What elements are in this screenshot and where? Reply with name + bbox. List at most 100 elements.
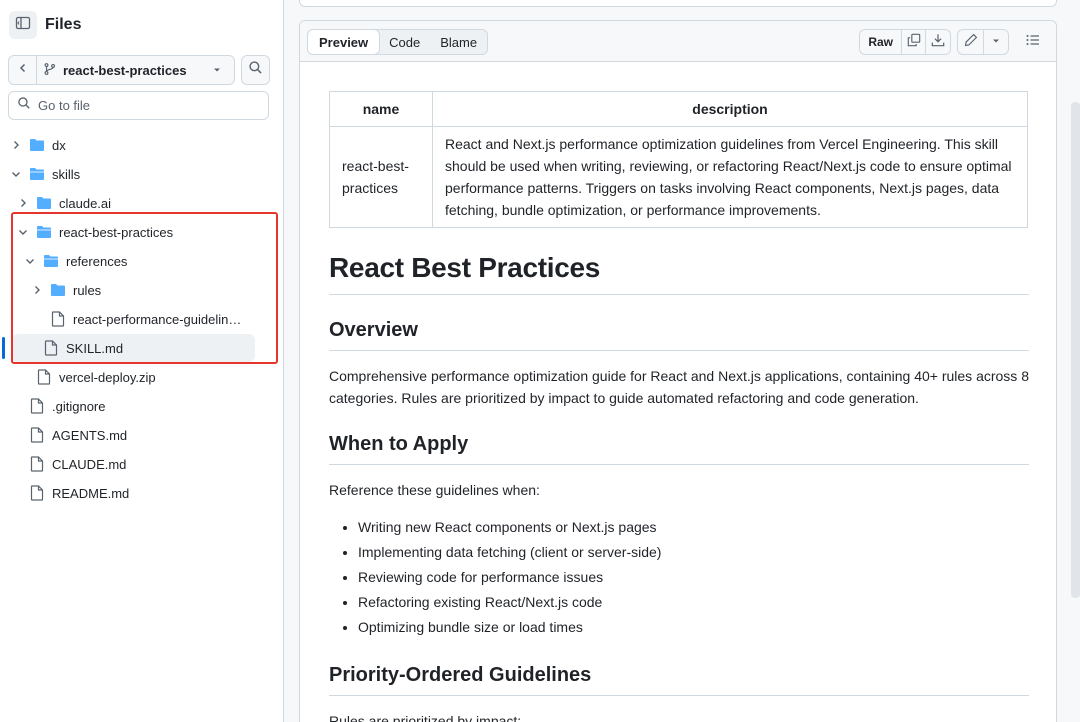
file-icon <box>43 340 59 356</box>
branch-row: react-best-practices <box>8 55 270 85</box>
list-unordered-icon <box>1025 32 1041 53</box>
search-files-button[interactable] <box>241 55 270 85</box>
file-tree-sidebar: Files react-best-practices Go to file dx… <box>0 0 284 722</box>
file-icon <box>29 485 45 501</box>
tab-blame[interactable]: Blame <box>430 30 487 54</box>
file-viewer: Preview Code Blame Raw name description … <box>299 20 1057 722</box>
table-header-row: name description <box>329 91 1028 127</box>
file-actions: Raw <box>859 29 1009 55</box>
markdown-body: name description react-best-practices Re… <box>329 91 1029 722</box>
search-icon <box>17 96 31 115</box>
when-list: Writing new React components or Next.js … <box>329 515 1029 640</box>
folder-icon <box>29 137 45 153</box>
tree-item-label: rules <box>73 282 102 298</box>
chevron-down-icon[interactable] <box>17 226 29 238</box>
chevron-right-icon[interactable] <box>10 139 22 151</box>
tree-item-react-performance-guidelines[interactable]: react-performance-guidelin… <box>0 305 250 333</box>
tree-item-agents-md[interactable]: AGENTS.md <box>0 421 284 449</box>
go-to-file-field[interactable] <box>8 91 269 120</box>
pencil-icon <box>964 33 978 52</box>
tab-preview[interactable]: Preview <box>307 29 381 55</box>
tree-item-label: references <box>66 253 128 269</box>
sidebar-header: Files <box>9 10 81 40</box>
tree-item-label: react-performance-guidelin… <box>73 311 242 327</box>
list-item: Implementing data fetching (client or se… <box>358 540 1029 565</box>
tree-item-label: SKILL.md <box>66 340 124 356</box>
tree-item-skill-md[interactable]: SKILL.md <box>12 334 255 362</box>
view-mode-tabs: Preview Code Blame <box>307 29 489 55</box>
heading-when-to-apply: When to Apply <box>329 433 1029 465</box>
tree-item-vercel-deploy-zip[interactable]: vercel-deploy.zip <box>0 363 284 391</box>
overview-paragraph: Comprehensive performance optimization g… <box>329 368 1029 406</box>
collapse-sidebar-button[interactable] <box>9 11 37 39</box>
heading-priority-guidelines: Priority-Ordered Guidelines <box>329 664 1029 696</box>
tree-item-dx[interactable]: dx <box>0 131 284 159</box>
caret-down-icon <box>212 65 222 75</box>
download-button[interactable] <box>926 30 950 54</box>
branch-selector[interactable]: react-best-practices <box>8 55 235 85</box>
download-icon <box>931 33 945 52</box>
file-viewer-header: Preview Code Blame Raw <box>300 21 1056 62</box>
folder-open-icon <box>29 166 45 182</box>
table-cell-description: React and Next.js performance optimizati… <box>432 126 1028 228</box>
page-scrollbar[interactable] <box>1071 102 1080 598</box>
file-icon <box>29 398 45 414</box>
branch-label: react-best-practices <box>63 62 187 78</box>
edit-button[interactable] <box>958 30 984 54</box>
table-row: react-best-practices React and Next.js p… <box>329 126 1028 228</box>
branch-name[interactable]: react-best-practices <box>43 62 212 79</box>
priority-intro-paragraph: Rules are prioritized by impact: <box>329 713 522 722</box>
table-header-description: description <box>432 91 1028 127</box>
raw-actions-group: Raw <box>859 29 951 55</box>
file-icon <box>29 427 45 443</box>
chevron-right-icon[interactable] <box>31 284 43 296</box>
list-item: Reviewing code for performance issues <box>358 565 1029 590</box>
search-icon <box>248 60 263 80</box>
file-icon <box>36 369 52 385</box>
chevron-left-icon <box>17 61 29 79</box>
tree-item-label: CLAUDE.md <box>52 456 127 472</box>
tree-item-claude-ai[interactable]: claude.ai <box>0 189 284 217</box>
copy-icon <box>907 33 921 52</box>
back-button[interactable] <box>9 56 37 84</box>
folder-open-icon <box>36 224 52 240</box>
document-title: React Best Practices <box>329 252 1029 295</box>
tab-code[interactable]: Code <box>379 30 430 54</box>
tree-item-react-best-practices[interactable]: react-best-practices <box>0 218 284 246</box>
top-panel-edge <box>299 0 1057 7</box>
tree-item-label: react-best-practices <box>59 224 174 240</box>
tree-item-label: skills <box>52 166 81 182</box>
file-icon <box>29 456 45 472</box>
heading-overview: Overview <box>329 319 1029 351</box>
folder-open-icon <box>43 253 59 269</box>
tree-item-readme-md[interactable]: README.md <box>0 479 284 507</box>
copy-button[interactable] <box>902 30 926 54</box>
raw-button[interactable]: Raw <box>860 30 902 54</box>
tree-item-references[interactable]: references <box>0 247 284 275</box>
file-icon <box>50 311 66 327</box>
tree-item-label: vercel-deploy.zip <box>59 369 156 385</box>
tree-item-label: claude.ai <box>59 195 112 211</box>
list-item: Refactoring existing React/Next.js code <box>358 590 1029 615</box>
tree-item-skills[interactable]: skills <box>0 160 284 188</box>
tree-item-rules[interactable]: rules <box>0 276 284 304</box>
list-item: Writing new React components or Next.js … <box>358 515 1029 540</box>
table-header-name: name <box>329 91 433 127</box>
sidebar-panel-icon <box>15 15 31 36</box>
when-intro-paragraph: Reference these guidelines when: <box>329 482 540 498</box>
folder-icon <box>50 282 66 298</box>
tree-item-gitignore[interactable]: .gitignore <box>0 392 284 420</box>
go-to-file-input[interactable] <box>38 98 258 113</box>
folder-icon <box>36 195 52 211</box>
chevron-right-icon[interactable] <box>17 197 29 209</box>
tree-item-claude-md[interactable]: CLAUDE.md <box>0 450 284 478</box>
edit-options-button[interactable] <box>984 30 1008 54</box>
table-cell-name: react-best-practices <box>329 126 433 228</box>
outline-button[interactable] <box>1024 33 1042 51</box>
tree-item-label: README.md <box>52 485 130 501</box>
chevron-down-icon[interactable] <box>24 255 36 267</box>
tree-item-label: AGENTS.md <box>52 427 128 443</box>
git-branch-icon <box>43 62 57 79</box>
chevron-down-icon[interactable] <box>10 168 22 180</box>
tree-item-label: dx <box>52 137 66 153</box>
